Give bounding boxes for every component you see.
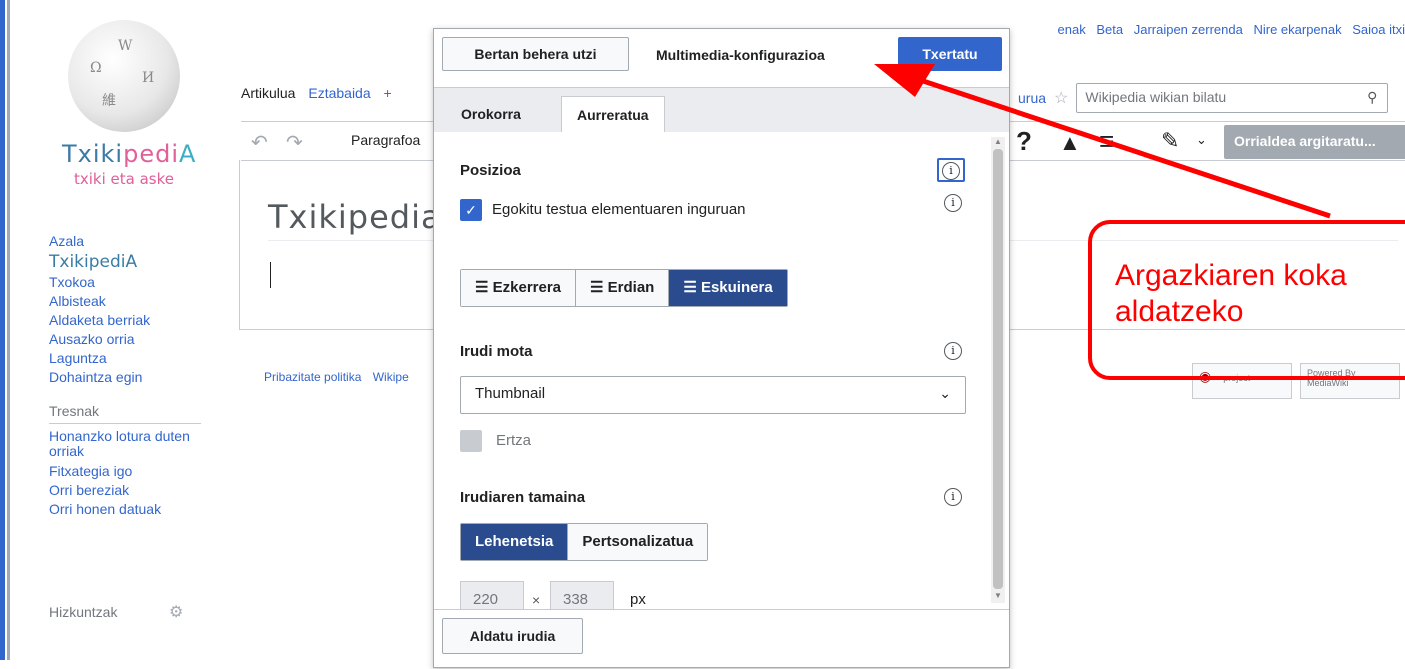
annotation-arrow: [874, 64, 1331, 219]
